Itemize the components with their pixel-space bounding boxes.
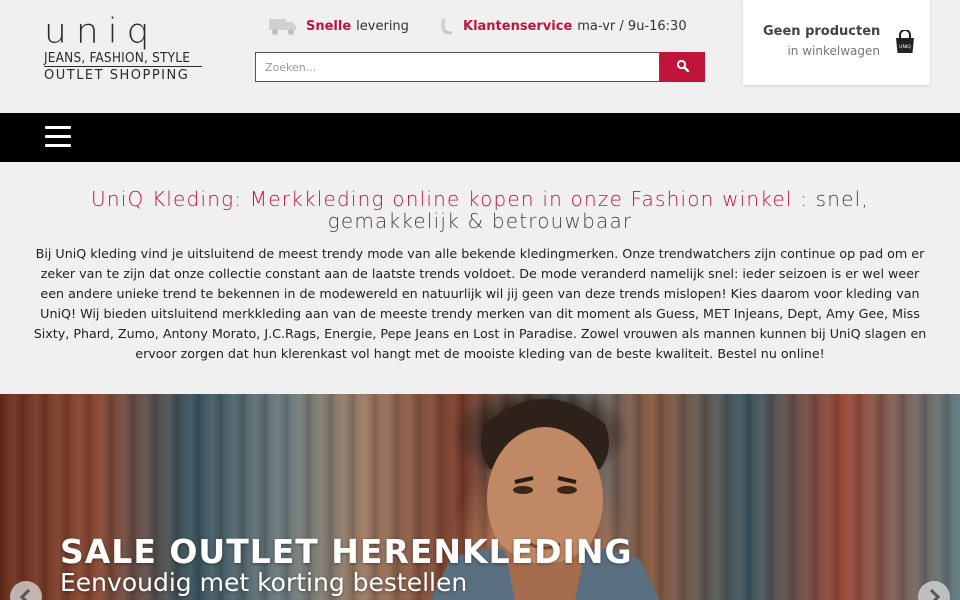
- logo-wordmark: uniq: [44, 12, 159, 52]
- banner-title: SALE OUTLET HERENKLEDING: [60, 532, 633, 571]
- page-title-accent: UniQ Kleding: Merkkleding online kopen i…: [91, 187, 793, 211]
- usp-fast-delivery: Snelle levering: [268, 16, 409, 36]
- uniq-logo[interactable]: uniq JEANS, FASHION, STYLE OUTLET SHOPPI…: [44, 12, 202, 85]
- search-icon: [676, 59, 690, 76]
- main-navigation: [0, 113, 960, 162]
- site-header: uniq JEANS, FASHION, STYLE OUTLET SHOPPI…: [0, 0, 960, 113]
- cart-subtitle: in winkelwagen: [787, 44, 880, 58]
- shopping-bag-icon: UNIQ: [894, 29, 916, 54]
- intro-paragraph: Bij UniQ kleding vind je uitsluitend de …: [33, 246, 927, 361]
- usp-highlight: Snelle: [306, 18, 352, 34]
- usp-customer-service: Klantenservice ma-vr / 9u-16:30: [438, 16, 687, 36]
- cart-title: Geen producten: [763, 24, 881, 39]
- bag-label: UNIQ: [899, 44, 911, 50]
- usp-text: ma-vr / 9u-16:30: [577, 18, 687, 34]
- truck-icon: [268, 16, 298, 36]
- search-input[interactable]: [255, 52, 660, 82]
- phone-icon: [438, 16, 456, 36]
- usp-text: levering: [356, 18, 409, 34]
- logo-subtagline: OUTLET SHOPPING: [44, 66, 202, 85]
- page-title: UniQ Kleding: Merkkleding online kopen i…: [80, 188, 880, 232]
- hamburger-menu-icon[interactable]: [45, 126, 71, 148]
- logo-tagline: JEANS, FASHION, STYLE: [44, 50, 191, 66]
- carousel-prev-button[interactable]: [10, 581, 42, 600]
- usp-highlight: Klantenservice: [463, 18, 573, 34]
- shopping-cart[interactable]: Geen producten in winkelwagen UNIQ: [743, 0, 930, 85]
- search-button[interactable]: [660, 52, 705, 82]
- hero-banner[interactable]: SALE OUTLET HERENKLEDING Eenvoudig met k…: [0, 394, 960, 600]
- intro-section: UniQ Kleding: Merkkleding online kopen i…: [0, 162, 960, 394]
- search-bar: [255, 52, 705, 82]
- carousel-next-button[interactable]: [918, 581, 950, 600]
- banner-subtitle: Eenvoudig met korting bestellen: [60, 568, 468, 597]
